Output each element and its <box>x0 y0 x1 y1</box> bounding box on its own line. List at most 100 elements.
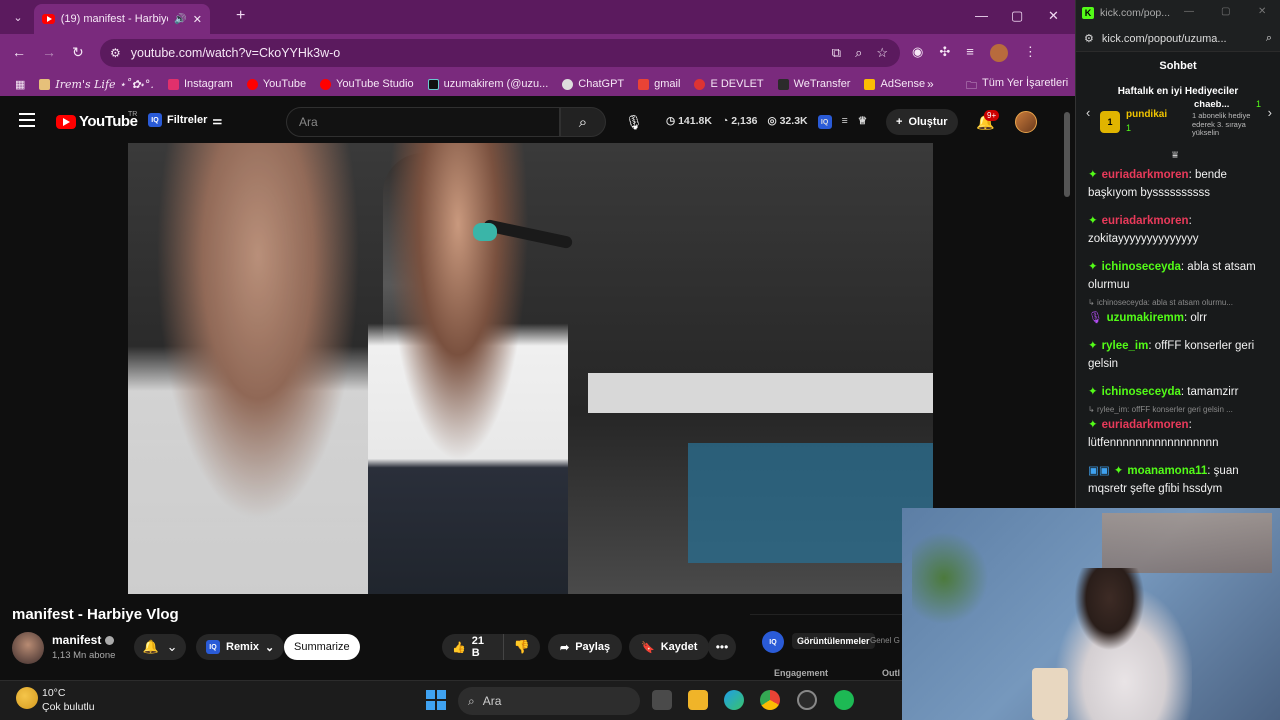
close-window-icon[interactable]: ✕ <box>1258 6 1266 17</box>
chat-username[interactable]: euriadarkmoren <box>1102 215 1189 227</box>
tab-overview[interactable]: Genel G <box>870 636 900 645</box>
bookmarks-overflow[interactable]: » <box>927 77 934 91</box>
tab-youtube[interactable]: (19) manifest - Harbiye Vlog 🔊 ✕ <box>34 4 210 34</box>
reply-text: ichinoseceyda: abla st atsam olurmu... <box>1096 298 1234 307</box>
chrome-menu-icon[interactable]: ⋮ <box>1024 44 1037 62</box>
iq-icon: IQ <box>148 113 162 127</box>
search-icon[interactable]: ⌕ <box>560 107 606 137</box>
trophy-icon[interactable]: ♕ <box>858 115 867 129</box>
site-info-icon[interactable]: ⚙ <box>110 46 121 60</box>
tab-search-icon[interactable]: ⌄ <box>8 7 28 27</box>
share-button[interactable]: ➦ Paylaş <box>548 634 623 660</box>
bookmark-chatgpt[interactable]: ChatGPT <box>555 78 631 90</box>
reload-icon[interactable]: ↻ <box>72 44 84 61</box>
minimize-icon[interactable]: — <box>975 8 988 23</box>
zoom-icon[interactable]: ⌕ <box>855 45 862 61</box>
bookmark-adsense[interactable]: AdSense <box>857 78 932 90</box>
chat-username[interactable]: moanamona11 <box>1127 465 1207 477</box>
bookmark-instagram[interactable]: Instagram <box>161 78 240 90</box>
video-player[interactable] <box>128 143 933 594</box>
iq-icon[interactable]: IQ <box>817 115 832 129</box>
kick-address-bar[interactable]: ⚙ kick.com/popout/uzuma... ⌕ <box>1076 26 1280 52</box>
site-info-icon[interactable]: ⚙ <box>1084 32 1094 45</box>
minimize-icon[interactable]: — <box>1184 6 1194 17</box>
bookmark-gmail[interactable]: gmail <box>631 78 687 90</box>
subscription-bell-button[interactable]: 🔔 ⌄ <box>134 634 186 660</box>
apps-grid-icon[interactable]: ▦ <box>8 78 32 91</box>
bookmark-irems-life[interactable]: Irem's Life ⋆˚✿˖°. <box>32 78 161 91</box>
taskbar-search[interactable]: ⌕ Ara <box>458 687 640 715</box>
remix-button[interactable]: IQ Remix ⌄ <box>196 634 285 660</box>
page-scrollbar[interactable] <box>1064 112 1070 197</box>
chat-username[interactable]: ichinoseceyda <box>1102 261 1181 273</box>
chat-username[interactable]: uzumakiremm <box>1107 312 1184 324</box>
bookmark-tiktok[interactable]: uzumakirem (@uzu... <box>421 78 556 90</box>
profile-avatar[interactable] <box>989 44 1008 62</box>
bookmark-edevlet[interactable]: E DEVLET <box>687 78 770 90</box>
camera-extension-icon[interactable]: ◉ <box>912 44 923 62</box>
file-explorer-icon[interactable] <box>688 690 708 710</box>
chat-username[interactable]: ichinoseceyda <box>1102 386 1181 398</box>
bookmark-wetransfer[interactable]: WeTransfer <box>771 78 858 90</box>
install-icon[interactable]: ⧉ <box>832 45 841 61</box>
bookmark-star-icon[interactable]: ☆ <box>876 45 888 61</box>
close-tab-icon[interactable]: ✕ <box>193 13 202 26</box>
account-avatar[interactable] <box>1015 111 1037 133</box>
chevron-left-icon[interactable]: ‹ <box>1086 105 1090 120</box>
bookmark-youtube[interactable]: YouTube <box>240 78 313 90</box>
omnibox[interactable]: ⚙ youtube.com/watch?v=CkoYYHk3w-o ⧉ ⌕ ☆ <box>100 39 900 67</box>
save-button[interactable]: 🔖 Kaydet <box>629 634 710 660</box>
bookmark-label: gmail <box>654 78 681 90</box>
chat-username[interactable]: euriadarkmoren <box>1102 419 1189 431</box>
spotify-icon[interactable] <box>834 690 854 710</box>
reply-preview: ↳ ichinoseceyda: abla st atsam olurmu... <box>1088 298 1234 307</box>
menu-icon[interactable] <box>19 113 35 127</box>
chat-message: 🎙 uzumakiremm: olrr <box>1088 309 1268 327</box>
edge-icon[interactable] <box>724 690 744 710</box>
chat-username[interactable]: euriadarkmoren <box>1102 169 1189 181</box>
vidiq-logo-icon[interactable]: IQ <box>762 631 784 653</box>
new-tab-icon[interactable]: + <box>236 7 245 25</box>
chat-filter-icon[interactable]: ⩸ <box>1172 150 1178 161</box>
summarize-button[interactable]: Summarize <box>284 634 360 660</box>
youtube-logo[interactable]: YouTube TR <box>56 111 138 130</box>
chevron-right-icon[interactable]: › <box>1268 105 1272 120</box>
back-icon[interactable]: ← <box>12 44 26 60</box>
search-input[interactable]: Ara <box>286 107 560 137</box>
chrome-icon[interactable] <box>760 690 780 710</box>
channel-name[interactable]: manifest <box>52 633 115 647</box>
all-bookmarks[interactable]: 🗀 Tüm Yer İşaretleri <box>966 77 1068 96</box>
url-text[interactable]: youtube.com/watch?v=CkoYYHk3w-o <box>131 46 340 60</box>
weather-description[interactable]: Çok bulutlu <box>42 701 95 713</box>
create-label: Oluştur <box>908 116 948 128</box>
extensions-icon[interactable]: ✣ <box>939 44 950 62</box>
extension-icons: ◉ ✣ ≡ ⋮ <box>912 44 1037 62</box>
create-button[interactable]: + Oluştur <box>886 109 958 135</box>
tab-views[interactable]: Görüntülenmeler <box>792 633 875 649</box>
media-control-icon[interactable]: ≡ <box>966 44 974 62</box>
weather-temperature[interactable]: 10°C <box>42 687 65 699</box>
chat-username[interactable]: rylee_im <box>1102 340 1149 352</box>
maximize-icon[interactable]: ▢ <box>1011 8 1023 24</box>
forward-icon[interactable]: → <box>42 44 56 60</box>
microphone-icon[interactable]: 🎙 <box>620 107 648 137</box>
bookmark-youtube-studio[interactable]: YouTube Studio <box>313 78 420 90</box>
list-icon[interactable]: ≡ <box>842 115 848 129</box>
filters-button[interactable]: IQ Filtreler ⚌ <box>148 113 222 127</box>
zoom-icon[interactable]: ⌕ <box>1266 32 1272 45</box>
save-label: Kaydet <box>660 641 698 653</box>
task-view-icon[interactable] <box>652 690 672 710</box>
close-window-icon[interactable]: ✕ <box>1048 8 1059 24</box>
start-icon[interactable] <box>426 690 446 710</box>
weather-icon[interactable] <box>16 687 38 709</box>
speaker-icon[interactable]: 🔊 <box>174 14 186 25</box>
bookmark-label: AdSense <box>880 78 926 90</box>
dislike-button[interactable]: 👎 <box>504 639 540 655</box>
obs-icon[interactable] <box>797 690 817 710</box>
sparkle-badge-icon: ✦ <box>1088 169 1098 181</box>
channel-avatar[interactable] <box>12 632 44 664</box>
maximize-icon[interactable]: ▢ <box>1221 6 1230 17</box>
likes-stat: ◔ 2,136 <box>721 115 758 127</box>
like-button[interactable]: 👍 21 B <box>442 634 504 660</box>
more-actions-icon[interactable]: ••• <box>708 634 736 660</box>
